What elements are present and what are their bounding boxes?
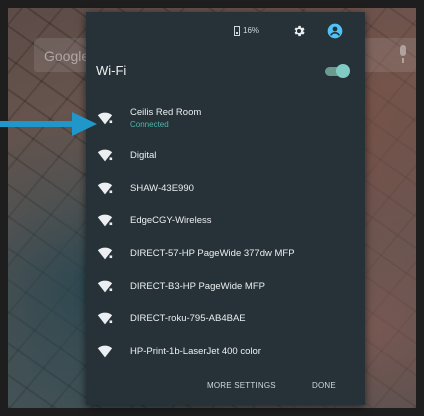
account-icon[interactable] (327, 23, 343, 39)
wifi-network-item[interactable]: DIRECT-57-HP PageWide 377dw MFP (86, 239, 365, 271)
gear-icon[interactable] (292, 24, 306, 38)
wifi-title: Wi-Fi (96, 63, 127, 78)
wifi-network-name: EdgeCGY-Wireless (130, 215, 212, 226)
wifi-signal-icon (97, 345, 113, 358)
wifi-network-name: Ceilis Red Room (130, 107, 202, 118)
wifi-network-item[interactable]: HP-Print-1b-LaserJet 400 color (86, 337, 365, 369)
wifi-network-item[interactable]: Digital (86, 141, 365, 173)
wifi-network-item[interactable]: DIRECT-B3-HP PageWide MFP (86, 272, 365, 304)
wifi-network-item[interactable]: SHAW-43E990 (86, 174, 365, 206)
wifi-toggle[interactable] (323, 64, 350, 78)
wifi-network-name: DIRECT-57-HP PageWide 377dw MFP (130, 248, 295, 259)
google-search-placeholder: Google (44, 48, 90, 64)
wifi-network-name: HP-Print-1b-LaserJet 400 color (130, 346, 261, 357)
panel-footer: MORE SETTINGS DONE (86, 379, 365, 399)
wifi-network-item[interactable]: DIRECT-roku-795-AB4BAE (86, 304, 365, 336)
wifi-signal-icon (97, 312, 113, 325)
status-row: 16% (86, 12, 365, 48)
battery-icon (234, 26, 240, 36)
wifi-signal-icon (97, 280, 113, 293)
wifi-signal-icon (97, 182, 113, 195)
wifi-signal-icon (97, 149, 113, 162)
wifi-network-item[interactable]: Ceilis Red Room Connected (86, 103, 365, 135)
wifi-signal-icon (97, 214, 113, 227)
wifi-signal-icon (97, 112, 113, 125)
done-button[interactable]: DONE (312, 381, 336, 390)
wifi-network-name: DIRECT-B3-HP PageWide MFP (130, 281, 265, 292)
pointer-arrow-icon (0, 112, 97, 136)
battery-level: 16% (243, 26, 260, 35)
more-settings-button[interactable]: MORE SETTINGS (207, 381, 276, 390)
wifi-network-item[interactable]: EdgeCGY-Wireless (86, 206, 365, 238)
wifi-network-name: DIRECT-roku-795-AB4BAE (130, 313, 246, 324)
wifi-header: Wi-Fi (86, 60, 365, 90)
quick-settings-panel: 16% Wi-Fi Ceilis Red Room Connected Digi… (86, 12, 365, 405)
mic-icon[interactable] (397, 45, 409, 65)
wifi-network-name: SHAW-43E990 (130, 183, 194, 194)
wifi-network-status: Connected (130, 120, 169, 129)
wifi-network-name: Digital (130, 150, 157, 161)
wifi-signal-icon (97, 247, 113, 260)
